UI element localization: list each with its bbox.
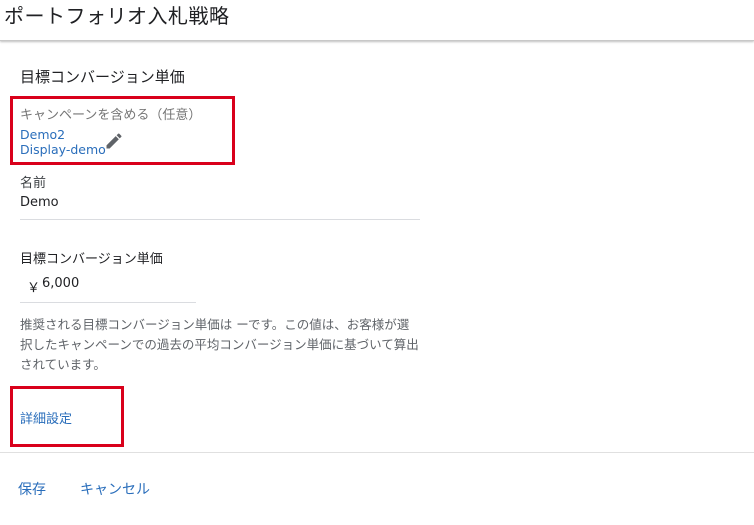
advanced-settings-link[interactable]: 詳細設定 — [20, 408, 72, 427]
target-cpa-input[interactable] — [42, 276, 182, 291]
section-title: 目標コンバージョン単価 — [20, 68, 185, 86]
pencil-icon[interactable] — [104, 131, 124, 151]
page-header: ポートフォリオ入札戦略 — [0, 0, 754, 41]
name-input[interactable] — [20, 192, 420, 220]
footer-divider — [0, 452, 754, 453]
name-label: 名前 — [20, 176, 47, 191]
target-cpa-label: 目標コンバージョン単価 — [20, 252, 163, 267]
help-text: 推奨される目標コンバージョン単価は ーです。この値は、お客様が選択したキャンペー… — [20, 317, 419, 372]
page-title: ポートフォリオ入札戦略 — [4, 4, 230, 28]
cancel-button[interactable]: キャンセル — [80, 479, 150, 499]
campaign-link-display-demo[interactable]: Display-demo — [20, 142, 106, 157]
save-button[interactable]: 保存 — [18, 479, 46, 499]
campaign-link-demo2[interactable]: Demo2 — [20, 127, 65, 142]
target-cpa-field: ￥ — [20, 272, 196, 303]
campaigns-label: キャンペーンを含める（任意） — [20, 108, 202, 123]
currency-symbol: ￥ — [27, 281, 41, 296]
